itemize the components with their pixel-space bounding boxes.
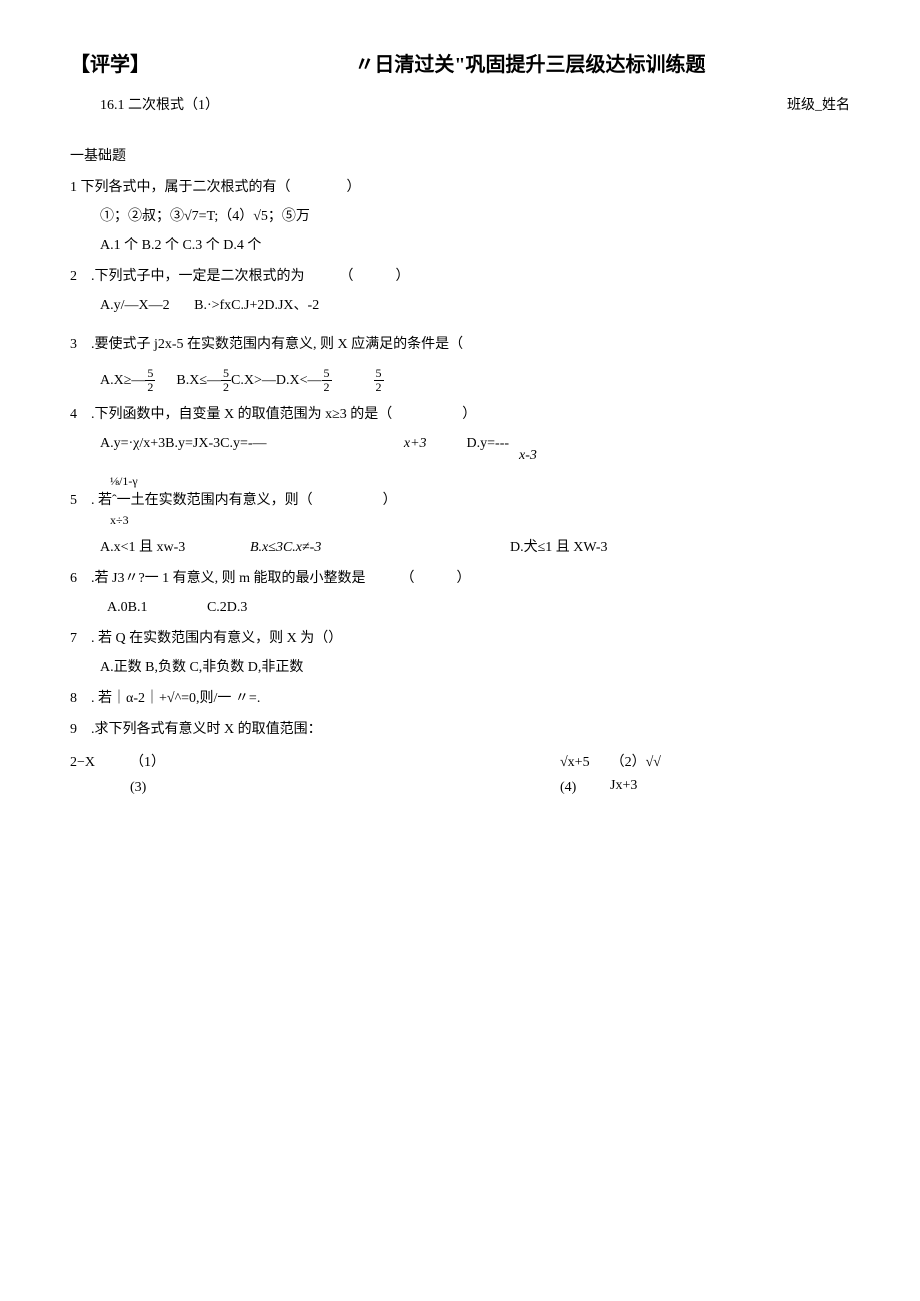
q5-stem: 5 . 若ˆ一土在实数范围内有意义，则（ ） xyxy=(70,490,850,511)
frac-den: 2 xyxy=(374,381,384,394)
q9-left-expr: 2−X xyxy=(70,752,130,773)
q3-opt-b-pre: B.X≤— xyxy=(176,373,221,388)
fraction-5-2-a: 52 xyxy=(145,367,155,394)
q5-opt-a: A.x<1 且 xw-3 xyxy=(100,537,250,558)
frac-num: 5 xyxy=(221,367,231,381)
question-2: 2 .下列式子中，一定是二次根式的为 （ ） A.y/—X—2 B.·>fxC.… xyxy=(70,266,850,316)
fraction-5-2-d: 52 xyxy=(374,367,384,394)
q4-stem: 4 .下列函数中，自变量 X 的取值范围为 x≥3 的是（ ） xyxy=(70,404,850,425)
subtitle-right: 班级_姓名 xyxy=(787,95,850,116)
q2-stem: 2 .下列式子中，一定是二次根式的为 （ ） xyxy=(70,266,850,287)
frac-den: 2 xyxy=(221,381,231,394)
q1-options: A.1 个 B.2 个 C.3 个 D.4 个 xyxy=(70,235,850,256)
q9-sub1: （1） xyxy=(130,752,560,773)
q4-x3a: x+3 xyxy=(267,433,427,454)
section-header: 一基础题 xyxy=(70,146,850,167)
question-5: ⅛/1-γ 5 . 若ˆ一土在实数范围内有意义，则（ ） x÷3 A.x<1 且… xyxy=(70,472,850,558)
q4-d: D.y=--- xyxy=(467,433,510,454)
q5-opt-bc: B.x≤3C.x≠-3 xyxy=(250,537,510,558)
frac-den: 2 xyxy=(322,381,332,394)
subtitle-row: 16.1 二次根式（1） 班级_姓名 xyxy=(70,95,850,116)
frac-num: 5 xyxy=(322,367,332,381)
class-label: 班级_ xyxy=(787,98,822,113)
question-7: 7 . 若 Q 在实数范围内有意义，则 X 为（） A.正数 B,负数 C,非负… xyxy=(70,628,850,678)
q4-options: A.y=·χ/x+3B.y=JX-3C.y=-— x+3 D.y=--- x-3 xyxy=(70,433,850,454)
fraction-5-2-c: 52 xyxy=(322,367,332,394)
q3-stem: 3 .要使式子 j2x-5 在实数范围内有意义, 则 X 应满足的条件是（ xyxy=(70,334,850,355)
q5-opt-d: D.犬≤1 且 XW-3 xyxy=(510,537,608,558)
q1-items: ①；②叔；③√7=T;（4）√5；⑤万 xyxy=(70,206,850,227)
q7-options: A.正数 B,负数 C,非负数 D,非正数 xyxy=(70,657,850,678)
frac-num: 5 xyxy=(374,367,384,381)
q6-opt-ab: A.0B.1 xyxy=(107,600,147,615)
q9-row1: 2−X （1） √x+5 （2）√√ xyxy=(70,752,850,773)
title-row: 【评学】 〃日清过关"巩固提升三层级达标训练题 xyxy=(70,50,850,80)
name-label: 姓名 xyxy=(822,98,850,113)
frac-num: 5 xyxy=(145,367,155,381)
q9-sub3: (3) xyxy=(130,777,560,798)
q5-top: ⅛/1-γ xyxy=(70,472,850,490)
q7-stem: 7 . 若 Q 在实数范围内有意义，则 X 为（） xyxy=(70,628,850,649)
q4-x3b: x-3 xyxy=(519,445,537,466)
fraction-5-2-b: 52 xyxy=(221,367,231,394)
q3-options: A.X≥—52 B.X≤—52C.X>—D.X<—52 52 xyxy=(70,367,850,394)
q9-jx3: Jx+3 xyxy=(610,775,637,796)
q6-stem: 6 .若 J3〃?一 1 有意义, 则 m 能取的最小整数是 （ ） xyxy=(70,568,850,589)
q2-opt-a: A.y/—X—2 xyxy=(100,298,170,313)
q9-row2: (3) (4) Jx+3 xyxy=(70,777,850,798)
question-8: 8 . 若｜α-2｜+√^=0,则/一 〃=. xyxy=(70,688,850,709)
q4-abc: A.y=·χ/x+3B.y=JX-3C.y=-— xyxy=(100,433,267,454)
q2-options: A.y/—X—2 B.·>fxC.J+2D.JX、-2 xyxy=(70,295,850,316)
question-3: 3 .要使式子 j2x-5 在实数范围内有意义, 则 X 应满足的条件是（ A.… xyxy=(70,334,850,394)
q1-stem: 1 下列各式中，属于二次根式的有（ ） xyxy=(70,177,850,198)
question-4: 4 .下列函数中，自变量 X 的取值范围为 x≥3 的是（ ） A.y=·χ/x… xyxy=(70,404,850,454)
q3-opt-cd: C.X>—D.X<— xyxy=(231,373,321,388)
q6-opt-cd: C.2D.3 xyxy=(207,600,247,615)
q2-opt-b: B.·>fxC.J+2D.JX、-2 xyxy=(194,298,319,313)
q6-options: A.0B.1 C.2D.3 xyxy=(70,597,850,618)
question-6: 6 .若 J3〃?一 1 有意义, 则 m 能取的最小整数是 （ ） A.0B.… xyxy=(70,568,850,618)
frac-den: 2 xyxy=(145,381,155,394)
question-1: 1 下列各式中，属于二次根式的有（ ） ①；②叔；③√7=T;（4）√5；⑤万 … xyxy=(70,177,850,256)
subtitle-left: 16.1 二次根式（1） xyxy=(100,95,219,116)
q9-sub4: (4) xyxy=(560,777,610,798)
title-left: 【评学】 xyxy=(70,50,150,80)
question-9: 9 .求下列各式有意义时 X 的取值范围： 2−X （1） √x+5 （2）√√… xyxy=(70,719,850,798)
q5-options: A.x<1 且 xw-3 B.x≤3C.x≠-3 D.犬≤1 且 XW-3 xyxy=(70,537,850,558)
q3-opt-a-pre: A.X≥— xyxy=(100,373,145,388)
q9-sub2: （2）√√ xyxy=(611,752,661,773)
q9-stem: 9 .求下列各式有意义时 X 的取值范围： xyxy=(70,719,850,740)
q5-bot: x÷3 xyxy=(70,511,850,529)
q8-stem: 8 . 若｜α-2｜+√^=0,则/一 〃=. xyxy=(70,688,850,709)
q9-r1a: √x+5 xyxy=(560,752,590,773)
title-center: 〃日清过关"巩固提升三层级达标训练题 xyxy=(150,50,850,80)
